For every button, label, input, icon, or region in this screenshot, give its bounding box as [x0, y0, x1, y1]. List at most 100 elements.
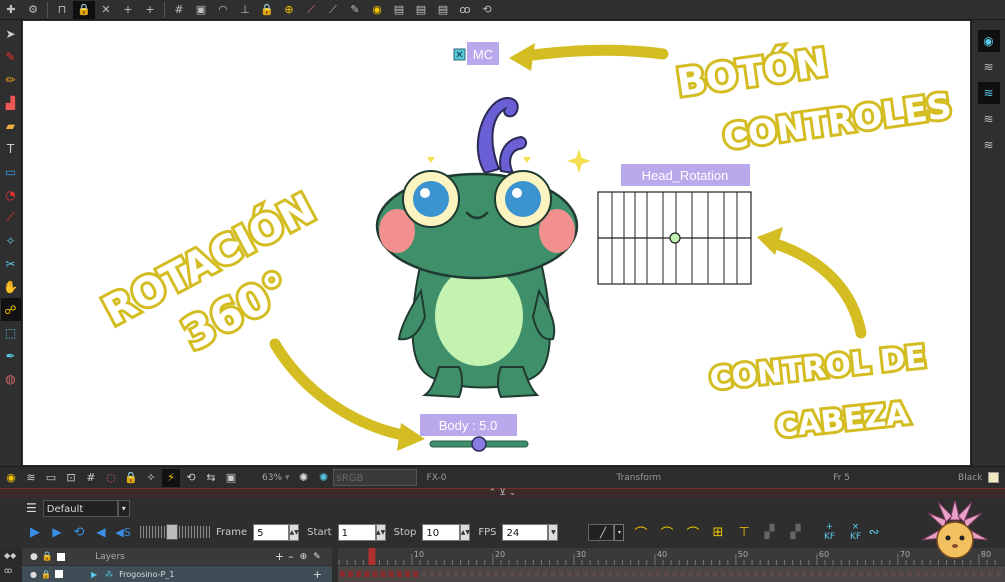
frame-cell[interactable]: [477, 571, 483, 577]
lock-icon[interactable]: 🔒: [41, 570, 51, 579]
loop-icon[interactable]: ⟲: [68, 525, 90, 540]
frame-cell[interactable]: [583, 571, 588, 577]
text-icon[interactable]: T: [1, 137, 21, 160]
color-wheel-icon[interactable]: ✺: [295, 469, 313, 487]
keyframe-next-button[interactable]: × KF: [842, 522, 868, 542]
add-peg-icon[interactable]: ⊕: [300, 552, 308, 562]
layer-name[interactable]: Frogosino-P_1: [119, 570, 174, 579]
speed-slider-handle[interactable]: [166, 524, 178, 540]
color-wheel-icon[interactable]: ✺: [315, 469, 333, 487]
frame-cell[interactable]: [850, 571, 856, 577]
frame-cell[interactable]: [971, 571, 977, 577]
layer-stack-icon[interactable]: ≋: [978, 56, 1000, 78]
frame-cell[interactable]: [615, 571, 621, 577]
lightning-icon[interactable]: ⚡: [162, 468, 180, 487]
frame-cell[interactable]: [963, 571, 969, 577]
layer-stack-icon[interactable]: ≋: [978, 108, 1000, 130]
frame-cell[interactable]: [720, 571, 726, 577]
frame-cell[interactable]: [558, 571, 564, 577]
flip-icon[interactable]: ⇆: [202, 469, 220, 487]
frame-cell[interactable]: [817, 571, 823, 577]
loop-icon[interactable]: ꝏ: [454, 1, 476, 19]
stop-input[interactable]: 10: [422, 523, 461, 541]
lock-icon[interactable]: 🔒: [73, 0, 95, 19]
chevron-down-icon[interactable]: ▾: [117, 499, 130, 517]
ease-in-icon[interactable]: ⌒: [660, 523, 686, 542]
frame-cell[interactable]: [915, 571, 921, 577]
frame-cell[interactable]: [396, 571, 402, 577]
expand-arrows-icon[interactable]: ◆◆: [0, 548, 22, 560]
frame-cell[interactable]: [874, 571, 880, 577]
frame-cell[interactable]: [380, 571, 386, 577]
add-layer-icon[interactable]: +: [313, 568, 322, 581]
frame-cell[interactable]: [842, 571, 848, 577]
frame-cell[interactable]: [599, 571, 605, 577]
frame-cell[interactable]: [761, 571, 767, 577]
frame-cell[interactable]: [785, 571, 791, 577]
display-select[interactable]: Default (Display): [42, 499, 118, 532]
frame-cell[interactable]: [753, 571, 759, 577]
layers-icon[interactable]: ≋: [22, 469, 40, 487]
frame-cell[interactable]: [672, 571, 678, 577]
plus-icon[interactable]: ✚: [0, 1, 22, 19]
frame-cell[interactable]: [574, 571, 580, 577]
camera-view-canvas[interactable]: ✕ MC Head_Rotation Body: 5.0 BOTÓN CONT…: [23, 21, 970, 465]
layer-stack-icon[interactable]: ≋: [978, 134, 1000, 156]
frame-cell[interactable]: [704, 571, 710, 577]
pivot-icon[interactable]: ✧: [1, 229, 21, 252]
frame-cell[interactable]: [639, 571, 645, 577]
frame-cell[interactable]: [412, 571, 418, 577]
stamp-icon[interactable]: ▟: [1, 91, 21, 114]
start-spinner[interactable]: ▲▼: [375, 523, 386, 541]
eye-icon[interactable]: ◉: [977, 30, 1000, 52]
frame-cell[interactable]: [696, 571, 702, 577]
color-swatch-icon[interactable]: [57, 552, 66, 561]
frame-cell[interactable]: [485, 571, 491, 577]
layer-stack-active-icon[interactable]: ≋: [977, 82, 1000, 104]
layer-row[interactable]: ● 🔒 ▶ ⁂ Frogosino-P_1 +: [22, 566, 332, 582]
color-space-select[interactable]: sRGB: [332, 469, 417, 486]
cutter-icon[interactable]: ✂: [1, 252, 21, 275]
grid-icon[interactable]: #: [168, 1, 190, 19]
frame-cell[interactable]: [647, 571, 653, 577]
expand-arrow-icon[interactable]: ▶: [91, 570, 97, 579]
frame-cell[interactable]: [769, 571, 775, 577]
keyframe-add-icon[interactable]: ⊞: [712, 525, 738, 540]
frame-cell[interactable]: [453, 571, 459, 577]
frame-cell[interactable]: [712, 571, 718, 577]
fps-input[interactable]: 24: [502, 523, 549, 541]
frame-cell[interactable]: [493, 571, 499, 577]
frame-cell[interactable]: [939, 571, 945, 577]
playback-speed-slider[interactable]: [140, 524, 210, 540]
onion-skin-icon[interactable]: ◌: [102, 469, 120, 487]
collapse-arrows-icon[interactable]: ⌃ ⊻ ⌄: [489, 488, 516, 498]
camera-icon[interactable]: ▣: [222, 469, 240, 487]
plus-small-icon[interactable]: +: [117, 1, 139, 19]
frame-cell[interactable]: [631, 571, 637, 577]
frame-cell[interactable]: [834, 571, 840, 577]
frame-cell[interactable]: [947, 571, 953, 577]
ease-select[interactable]: ╱: [588, 523, 615, 541]
frame-cell[interactable]: [404, 571, 410, 577]
start-input[interactable]: 1: [337, 523, 376, 541]
hand-icon[interactable]: ✋: [1, 275, 21, 298]
timeline-ruler[interactable]: 10 20 30 40 50 60 70 80: [338, 548, 1005, 565]
frame-cell[interactable]: [882, 571, 888, 577]
sound-scrub-icon[interactable]: ◀S: [112, 526, 134, 539]
head-rotation-handle[interactable]: [669, 232, 681, 244]
plus-small-icon[interactable]: +: [139, 1, 161, 19]
dropper-icon[interactable]: ⟋: [1, 206, 21, 229]
menu-icon[interactable]: ☰: [26, 501, 37, 515]
pivot-icon[interactable]: ✧: [142, 469, 160, 487]
frame-cell[interactable]: [890, 571, 896, 577]
frame-cell[interactable]: [688, 571, 694, 577]
lock-icon[interactable]: 🔒: [122, 469, 140, 487]
frame-cell[interactable]: [793, 571, 799, 577]
frame-cell[interactable]: [736, 571, 742, 577]
zoom-level[interactable]: 63%: [262, 473, 282, 483]
play-selection-icon[interactable]: ▶: [46, 525, 68, 539]
head-rotation-grid[interactable]: [597, 191, 752, 285]
grid-icon[interactable]: #: [82, 469, 100, 487]
bone-icon[interactable]: ☍: [0, 298, 21, 321]
background-color-swatch[interactable]: [988, 472, 1000, 483]
